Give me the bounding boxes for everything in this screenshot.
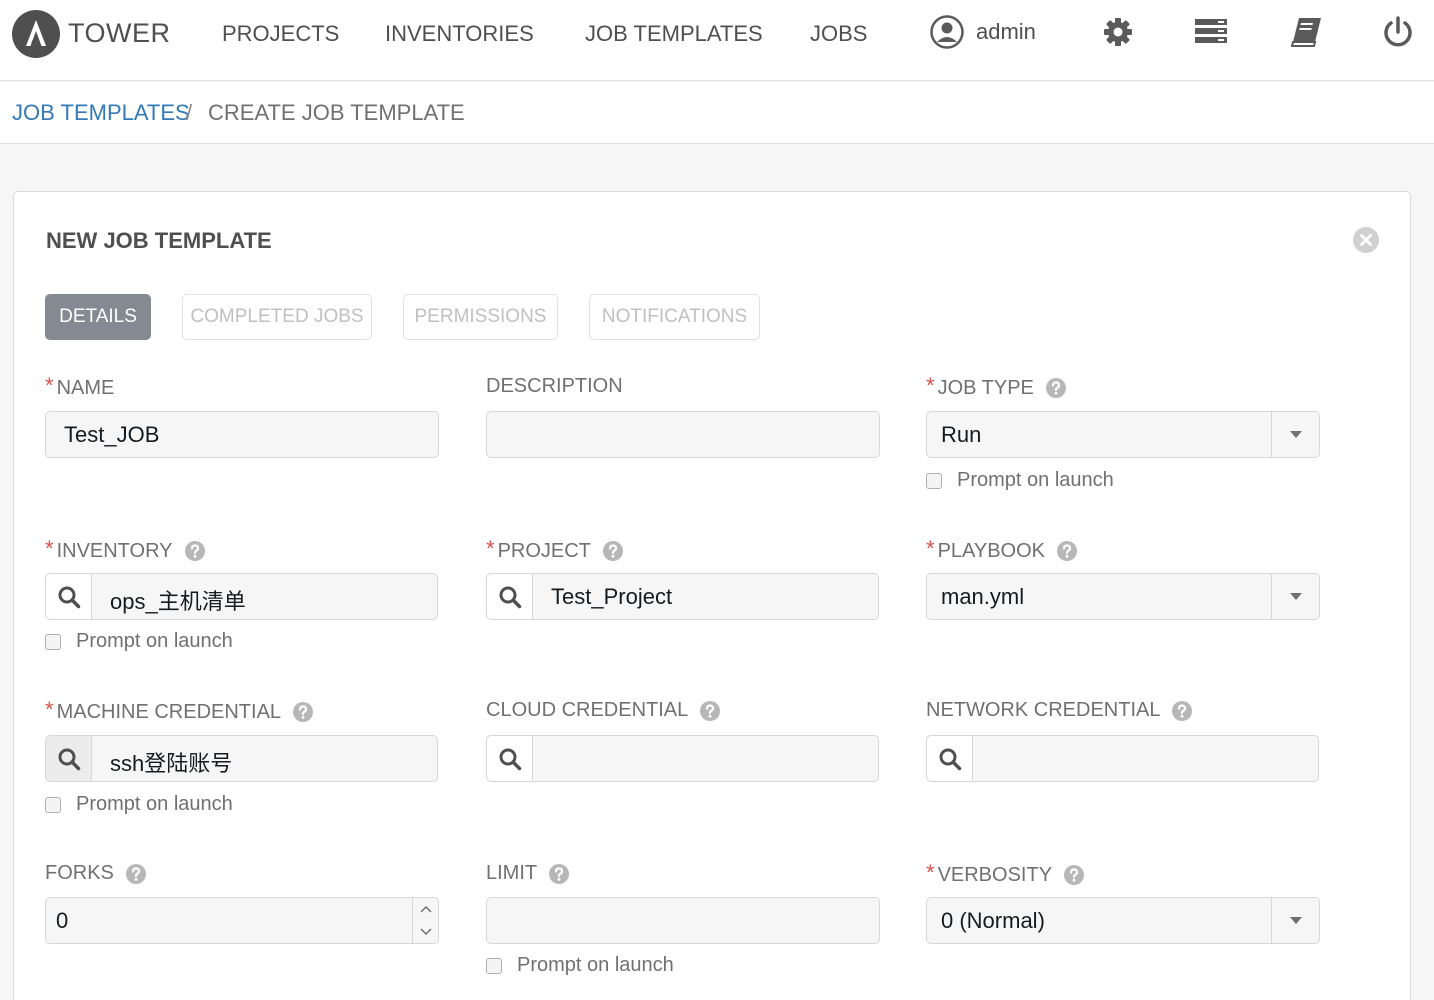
checkbox[interactable]	[486, 957, 502, 974]
required-marker: *	[45, 536, 54, 561]
job-template-form-panel: NEW JOB TEMPLATE DETAILS COMPLETED JOBS …	[13, 191, 1411, 1000]
help-icon[interactable]	[549, 863, 570, 884]
breadcrumb-separator: /	[186, 100, 193, 125]
number-stepper[interactable]	[412, 898, 438, 943]
required-marker: *	[926, 860, 935, 885]
limit-input[interactable]	[486, 897, 880, 944]
verbosity-label: * VERBOSITY	[926, 860, 1085, 888]
tower-logo-icon[interactable]	[12, 10, 60, 58]
name-label: * NAME	[45, 373, 115, 399]
tab-notifications[interactable]: NOTIFICATIONS	[589, 294, 760, 340]
nav-job-templates[interactable]: JOB TEMPLATES	[585, 21, 763, 47]
nav-inventories[interactable]: INVENTORIES	[385, 21, 534, 47]
search-icon[interactable]	[46, 736, 92, 781]
close-icon[interactable]	[1352, 226, 1380, 254]
required-marker: *	[45, 697, 54, 722]
help-icon[interactable]	[1045, 378, 1066, 398]
limit-label: LIMIT	[486, 862, 570, 885]
username: admin	[976, 19, 1036, 44]
book-icon[interactable]	[1290, 15, 1324, 49]
required-marker: *	[926, 373, 935, 398]
help-icon[interactable]	[293, 702, 314, 722]
gear-icon[interactable]	[1101, 15, 1135, 49]
machine-credential-lookup: ssh登陆账号	[45, 735, 438, 782]
help-icon[interactable]	[700, 700, 721, 721]
machine-credential-label: * MACHINE CREDENTIAL	[45, 697, 314, 725]
playbook-select[interactable]: man.yml	[926, 573, 1320, 620]
user-menu[interactable]: admin	[930, 14, 1036, 50]
help-icon[interactable]	[1172, 700, 1193, 721]
search-icon[interactable]	[487, 574, 533, 619]
limit-prompt-on-launch[interactable]: Prompt on launch	[486, 954, 674, 977]
project-lookup: Test_Project	[486, 573, 879, 620]
search-icon[interactable]	[927, 736, 973, 781]
chevron-down-icon[interactable]	[419, 928, 432, 936]
forks-label: FORKS	[45, 862, 146, 885]
cloud-credential-label: CLOUD CREDENTIAL	[486, 699, 721, 722]
breadcrumb-job-templates[interactable]: JOB TEMPLATES	[12, 100, 190, 126]
tab-permissions[interactable]: PERMISSIONS	[403, 294, 558, 340]
description-input[interactable]	[486, 411, 880, 458]
server-list-icon[interactable]	[1194, 15, 1228, 49]
verbosity-select[interactable]: 0 (Normal)	[926, 897, 1320, 944]
forks-input[interactable]: 0	[45, 897, 439, 944]
help-icon[interactable]	[184, 541, 205, 561]
verbosity-value: 0 (Normal)	[941, 908, 1045, 933]
required-marker: *	[45, 373, 54, 398]
description-label: DESCRIPTION	[486, 375, 623, 397]
panel-title: NEW JOB TEMPLATE	[46, 228, 272, 253]
tab-details[interactable]: DETAILS	[45, 294, 151, 340]
inventory-label: * INVENTORY	[45, 536, 205, 564]
cloud-credential-lookup	[486, 735, 879, 782]
machine-credential-input[interactable]: ssh登陆账号	[110, 746, 232, 778]
breadcrumb-current: CREATE JOB TEMPLATE	[208, 100, 465, 125]
chevron-down-icon	[1290, 431, 1302, 438]
checkbox[interactable]	[45, 633, 61, 650]
job-type-select[interactable]: Run	[926, 411, 1320, 458]
breadcrumb: JOB TEMPLATES / CREATE JOB TEMPLATE	[0, 82, 1434, 144]
network-credential-lookup	[926, 735, 1319, 782]
tab-completed-jobs[interactable]: COMPLETED JOBS	[182, 294, 372, 340]
job-type-value: Run	[941, 422, 982, 447]
brand-name[interactable]: TOWER	[68, 18, 171, 49]
forks-value: 0	[56, 907, 69, 933]
playbook-label: * PLAYBOOK	[926, 536, 1078, 564]
help-icon[interactable]	[602, 541, 623, 561]
chevron-down-icon	[1290, 593, 1302, 600]
nav-jobs[interactable]: JOBS	[810, 21, 867, 47]
name-input[interactable]: Test_JOB	[45, 411, 439, 458]
job-type-label: * JOB TYPE	[926, 373, 1066, 401]
help-icon[interactable]	[1057, 541, 1078, 561]
chevron-up-icon[interactable]	[419, 905, 432, 913]
machine-credential-prompt-on-launch[interactable]: Prompt on launch	[45, 793, 233, 816]
project-input[interactable]: Test_Project	[551, 584, 672, 610]
search-icon[interactable]	[487, 736, 533, 781]
power-icon[interactable]	[1381, 15, 1415, 49]
search-icon[interactable]	[46, 574, 92, 619]
required-marker: *	[926, 536, 935, 561]
checkbox[interactable]	[45, 796, 61, 813]
job-type-prompt-on-launch[interactable]: Prompt on launch	[926, 469, 1114, 492]
user-avatar-icon	[930, 15, 964, 49]
project-label: * PROJECT	[486, 536, 623, 564]
help-icon[interactable]	[125, 863, 146, 884]
inventory-prompt-on-launch[interactable]: Prompt on launch	[45, 630, 233, 653]
network-credential-label: NETWORK CREDENTIAL	[926, 699, 1193, 722]
chevron-down-icon	[1290, 917, 1302, 924]
playbook-value: man.yml	[941, 584, 1025, 609]
inventory-input[interactable]: ops_主机清单	[110, 584, 246, 616]
inventory-lookup: ops_主机清单	[45, 573, 438, 620]
nav-projects[interactable]: PROJECTS	[222, 21, 339, 47]
checkbox[interactable]	[926, 472, 942, 489]
required-marker: *	[486, 536, 495, 561]
help-icon[interactable]	[1064, 865, 1085, 885]
top-navbar: TOWER PROJECTS INVENTORIES JOB TEMPLATES…	[0, 0, 1434, 81]
